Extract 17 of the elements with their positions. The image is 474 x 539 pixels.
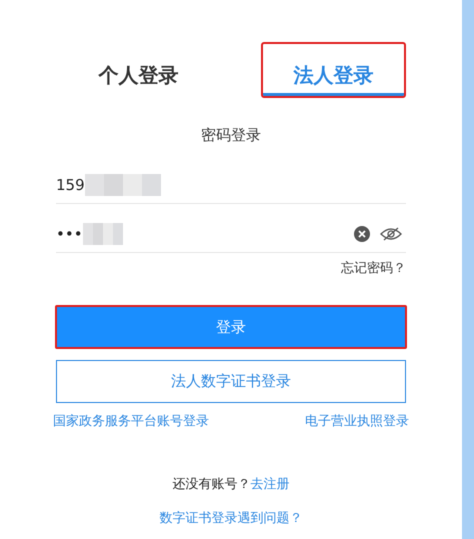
section-title: 密码登录 xyxy=(201,126,261,145)
login-button[interactable]: 登录 xyxy=(55,305,407,349)
clear-icon[interactable] xyxy=(354,226,370,242)
forgot-password-link[interactable]: 忘记密码？ xyxy=(341,259,406,277)
username-value: 159 xyxy=(56,176,85,194)
password-field[interactable]: ••• xyxy=(56,216,406,253)
login-tab[interactable]: 法人登录 xyxy=(261,42,406,98)
register-prompt: 还没有账号？ xyxy=(172,477,250,492)
login-tab[interactable]: 个人登录 xyxy=(66,42,211,98)
hidden-eye-icon[interactable] xyxy=(380,227,402,241)
alternative-login-link[interactable]: 电子营业执照登录 xyxy=(305,412,409,430)
certificate-login-button[interactable]: 法人数字证书登录 xyxy=(56,360,406,403)
alternative-login-link[interactable]: 国家政务服务平台账号登录 xyxy=(53,412,209,430)
register-link[interactable]: 去注册 xyxy=(250,477,290,492)
password-value: ••• xyxy=(56,225,83,243)
username-field[interactable]: 159 xyxy=(56,167,406,204)
help-link[interactable]: 数字证书登录遇到问题？ xyxy=(160,511,302,526)
